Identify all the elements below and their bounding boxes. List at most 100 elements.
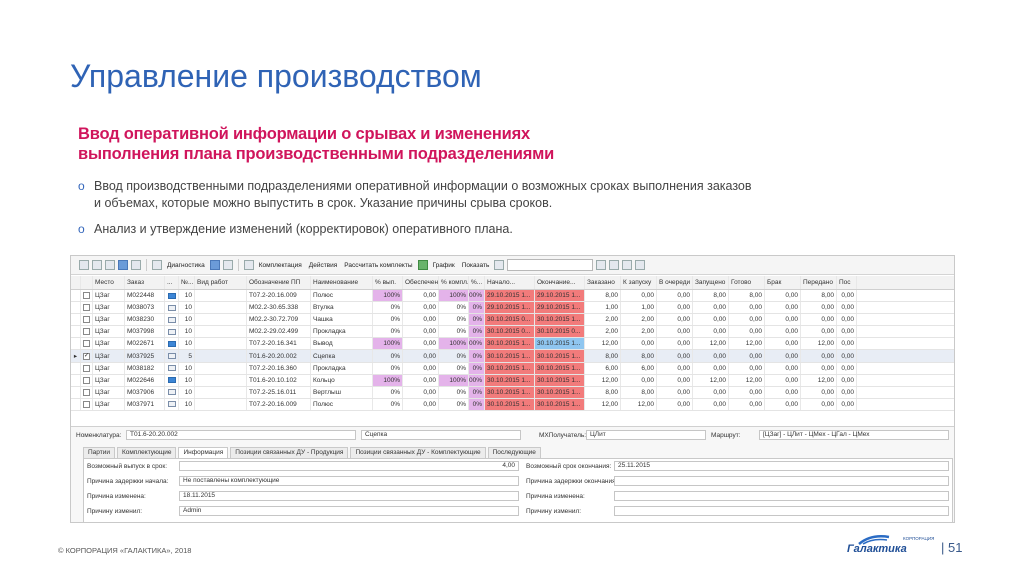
column-header[interactable]: Пос bbox=[837, 276, 857, 289]
show-menu[interactable]: Показать bbox=[460, 262, 492, 269]
checkbox[interactable] bbox=[83, 364, 90, 372]
recalc-menu[interactable]: Рассчитать комплекты bbox=[342, 262, 414, 269]
column-header[interactable]: ... bbox=[165, 276, 179, 289]
detail-tab[interactable]: Последующие bbox=[487, 447, 541, 458]
refresh-icon[interactable] bbox=[635, 260, 646, 270]
row-checkbox[interactable] bbox=[81, 362, 93, 374]
column-header[interactable] bbox=[71, 276, 81, 289]
percent-kit-cell: 0% bbox=[439, 302, 469, 314]
view-icon[interactable] bbox=[494, 260, 505, 270]
checkbox[interactable] bbox=[83, 340, 90, 348]
row-checkbox[interactable] bbox=[81, 314, 93, 326]
row-checkbox[interactable] bbox=[81, 338, 93, 350]
row-checkbox[interactable]: ✓ bbox=[81, 350, 93, 362]
detail-tab[interactable]: Информация bbox=[178, 447, 229, 458]
column-header[interactable]: Место bbox=[93, 276, 125, 289]
column-header[interactable]: Обозначение ПП bbox=[247, 276, 311, 289]
column-header[interactable]: Вид работ bbox=[195, 276, 247, 289]
list-icon[interactable] bbox=[131, 260, 141, 270]
detail-tab[interactable]: Партии bbox=[83, 447, 115, 458]
possible-end-field[interactable]: 25.11.2015 bbox=[614, 461, 949, 471]
table-row[interactable]: ЦЗаг М022671 10 Т07.2-20.16.341 Вывод 100% 0,0… bbox=[71, 338, 954, 351]
row-checkbox[interactable] bbox=[81, 398, 93, 410]
mx-field[interactable]: ЦЛит bbox=[586, 430, 706, 440]
document-icon[interactable] bbox=[92, 260, 102, 270]
graph-button[interactable]: График bbox=[431, 262, 457, 269]
column-header[interactable]: Брак bbox=[765, 276, 801, 289]
kit-icon[interactable] bbox=[243, 260, 254, 270]
checkbox[interactable] bbox=[83, 292, 90, 300]
arrow-left-icon[interactable] bbox=[209, 260, 220, 270]
possible-qty-field[interactable]: 4,00 bbox=[179, 461, 519, 471]
changed2-field[interactable] bbox=[614, 491, 949, 501]
table-row[interactable]: ЦЗаг М037971 10 Т07.2-20.16.009 Полюс 0% 0,00 0… bbox=[71, 398, 954, 411]
search-icon[interactable] bbox=[609, 260, 620, 270]
table-row[interactable]: ЦЗаг М037906 10 Т07.2-25.16.011 Вертлыш 0% 0,0… bbox=[71, 386, 954, 399]
search-input[interactable] bbox=[507, 259, 594, 271]
detail-tab[interactable]: Позиции связанных ДУ - Комплектующие bbox=[350, 447, 486, 458]
undo-icon[interactable] bbox=[222, 260, 233, 270]
checkbox[interactable] bbox=[83, 328, 90, 336]
checkbox[interactable] bbox=[83, 400, 90, 408]
route-field[interactable]: [ЦЗаг] - ЦЛит - ЦМех - ЦГал - ЦМех bbox=[759, 430, 949, 440]
grid-icon[interactable] bbox=[79, 260, 89, 270]
delay-start-field[interactable]: Не поставлены комплектующие bbox=[179, 476, 519, 486]
select-icon[interactable] bbox=[118, 260, 128, 270]
column-header[interactable]: Запущено bbox=[693, 276, 729, 289]
komplektaciya-button[interactable]: Комплектация bbox=[257, 262, 304, 269]
column-header[interactable]: Наименование bbox=[311, 276, 373, 289]
column-header[interactable] bbox=[81, 276, 93, 289]
detail-tab[interactable]: Позиции связанных ДУ - Продукция bbox=[230, 447, 349, 458]
pos-cell: 0,00 bbox=[837, 398, 857, 410]
calendar-icon[interactable] bbox=[596, 260, 607, 270]
actions-menu[interactable]: Действия bbox=[307, 262, 339, 269]
end-cell: 30.10.2015 1... bbox=[535, 374, 585, 386]
chart-icon[interactable] bbox=[417, 260, 428, 270]
provided-cell: 0,00 bbox=[403, 290, 439, 302]
table-row[interactable]: ЦЗаг М038073 10 М02.2-30.65.338 Втулка 0% 0,00… bbox=[71, 302, 954, 315]
column-header[interactable]: Готово bbox=[729, 276, 765, 289]
start-cell: 30.10.2015 1... bbox=[485, 350, 535, 362]
checkbox[interactable] bbox=[83, 304, 90, 312]
table-row[interactable]: ЦЗаг М038230 10 М02.2-30.72.709 Чашка 0% 0,00 0… bbox=[71, 314, 954, 327]
column-header[interactable]: К запуску bbox=[621, 276, 657, 289]
table-row[interactable]: ЦЗаг М022646 10 Т01.6-20.10.102 Кольцо 100% 0,… bbox=[71, 374, 954, 387]
row-checkbox[interactable] bbox=[81, 386, 93, 398]
checkbox[interactable] bbox=[83, 376, 90, 384]
filter-icon[interactable] bbox=[105, 260, 115, 270]
nomenklatura-name-field[interactable]: Сцепка bbox=[361, 430, 521, 440]
detail-tab[interactable]: Комплектующие bbox=[117, 447, 177, 458]
column-header[interactable]: Передано bbox=[801, 276, 837, 289]
changed-field[interactable]: 18.11.2015 bbox=[179, 491, 519, 501]
column-header[interactable]: Обеспечено bbox=[403, 276, 439, 289]
row-checkbox[interactable] bbox=[81, 326, 93, 338]
column-header[interactable]: Окончание... bbox=[535, 276, 585, 289]
nomenklatura-field[interactable]: Т01.6-20.20.002 bbox=[126, 430, 356, 440]
delay-end-field[interactable] bbox=[614, 476, 949, 486]
column-header[interactable]: Начало... bbox=[485, 276, 535, 289]
table-row[interactable]: ▸ ✓ ЦЗаг М037925 5 Т01.6-20.20.002 Сцепка 0% 0,0… bbox=[71, 350, 954, 363]
column-header[interactable]: №... bbox=[179, 276, 195, 289]
column-header[interactable]: % компл. bbox=[439, 276, 469, 289]
row-checkbox[interactable] bbox=[81, 302, 93, 314]
pos-cell: 0,00 bbox=[837, 314, 857, 326]
changed-by-field[interactable]: Admin bbox=[179, 506, 519, 516]
checkbox[interactable] bbox=[83, 388, 90, 396]
app-screenshot: Диагностика Комплектация Действия Рассчи… bbox=[70, 255, 955, 523]
table-row[interactable]: ЦЗаг М037998 10 М02.2-29.02.499 Прокладка 0% 0… bbox=[71, 326, 954, 339]
checkbox[interactable] bbox=[83, 316, 90, 324]
column-header[interactable]: Заказано bbox=[585, 276, 621, 289]
column-header[interactable]: %... bbox=[469, 276, 485, 289]
checkbox[interactable]: ✓ bbox=[83, 352, 90, 360]
column-header[interactable]: % вып. bbox=[373, 276, 403, 289]
help-icon[interactable] bbox=[622, 260, 633, 270]
table-row[interactable]: ЦЗаг М038182 10 Т07.2-20.16.360 Прокладка 0% 0… bbox=[71, 362, 954, 375]
row-checkbox[interactable] bbox=[81, 374, 93, 386]
table-row[interactable]: ЦЗаг М022448 10 Т07.2-20.16.009 Полюс 100% 0,0… bbox=[71, 290, 954, 303]
settings-icon[interactable] bbox=[152, 260, 162, 270]
changed-by2-field[interactable] bbox=[614, 506, 949, 516]
diagnostics-menu[interactable]: Диагностика bbox=[165, 262, 207, 269]
column-header[interactable]: Заказ bbox=[125, 276, 165, 289]
row-checkbox[interactable] bbox=[81, 290, 93, 302]
column-header[interactable]: В очереди bbox=[657, 276, 693, 289]
